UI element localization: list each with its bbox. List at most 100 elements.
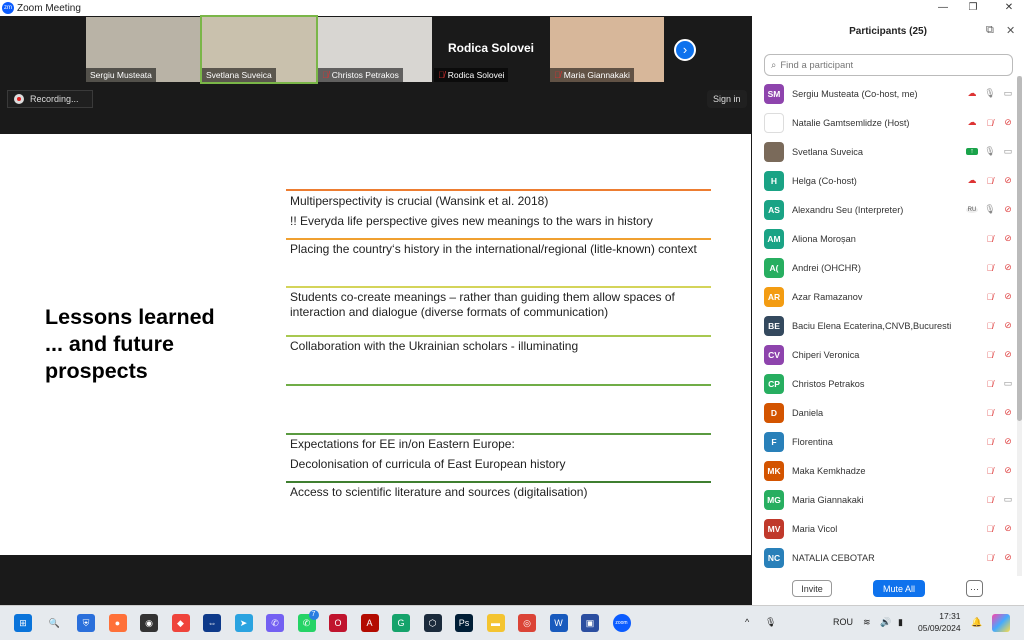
video-tile[interactable]: 🎙̸ Maria Giannakaki xyxy=(550,17,664,82)
taskbar-start-icon[interactable]: ⊞ xyxy=(14,614,32,632)
microphone-icon[interactable]: 🎙 xyxy=(984,146,996,157)
microphone-muted-icon[interactable]: 🎙̸ xyxy=(984,292,996,302)
camera-off-icon[interactable]: ⊘ xyxy=(1002,407,1014,418)
participant-row[interactable]: H Helga (Co-host) ☁ 🎙̸ ⊘ xyxy=(764,166,1014,195)
microphone-muted-icon[interactable]: 🎙̸ xyxy=(984,263,996,273)
taskbar-telegram-icon[interactable]: ➤ xyxy=(234,614,253,632)
camera-off-icon[interactable]: ⊘ xyxy=(1002,523,1014,534)
taskbar-search-icon[interactable]: 🔍 xyxy=(45,614,64,632)
microphone-muted-icon[interactable]: 🎙̸ xyxy=(984,408,996,418)
camera-off-icon[interactable]: ⊘ xyxy=(1002,175,1014,186)
notifications-icon[interactable]: 🔔 xyxy=(971,617,982,628)
camera-off-icon[interactable]: ⊘ xyxy=(1002,233,1014,244)
camera-off-icon[interactable]: ⊘ xyxy=(1002,262,1014,273)
taskbar-anydesk-icon[interactable]: ◆ xyxy=(171,614,190,632)
more-button[interactable]: ··· xyxy=(966,580,983,597)
maximize-button[interactable]: ❐ xyxy=(958,0,988,16)
participant-row[interactable]: A( Andrei (OHCHR) 🎙̸ ⊘ xyxy=(764,253,1014,282)
microphone-muted-icon[interactable]: 🎙̸ xyxy=(984,321,996,331)
participant-row[interactable]: D Daniela 🎙̸ ⊘ xyxy=(764,398,1014,427)
camera-off-icon[interactable]: ⊘ xyxy=(1002,465,1014,476)
participant-row[interactable]: Svetlana Suveica ↑ 🎙 ▭ xyxy=(764,137,1014,166)
taskbar-save-app-icon[interactable]: ▣ xyxy=(581,614,599,632)
participant-row[interactable]: AR Azar Ramazanov 🎙̸ ⊘ xyxy=(764,282,1014,311)
copilot-icon[interactable] xyxy=(992,614,1010,632)
taskbar-teamviewer-icon[interactable]: ⇔ xyxy=(203,614,221,632)
video-tile[interactable]: Svetlana Suveica xyxy=(200,15,318,84)
microphone-muted-icon[interactable]: 🎙̸ xyxy=(984,495,996,505)
microphone-muted-icon[interactable]: 🎙̸ xyxy=(984,234,996,244)
camera-icon[interactable]: ▭ xyxy=(1002,378,1014,389)
language-indicator[interactable]: ROU xyxy=(833,617,853,627)
microphone-muted-icon[interactable]: 🎙̸ xyxy=(984,118,996,128)
scrollbar[interactable] xyxy=(1017,76,1022,576)
video-tile[interactable]: Sergiu Musteata xyxy=(86,17,200,82)
recording-indicator[interactable]: Recording... xyxy=(7,90,93,108)
volume-icon[interactable]: 🔊 xyxy=(880,617,891,628)
minimize-button[interactable]: — xyxy=(928,0,958,16)
participant-row[interactable]: CP Christos Petrakos 🎙̸ ▭ xyxy=(764,369,1014,398)
camera-icon[interactable]: ▭ xyxy=(1002,88,1014,99)
camera-off-icon[interactable]: ⊘ xyxy=(1002,320,1014,331)
taskbar-app-hex-icon[interactable]: ⬡ xyxy=(423,614,442,632)
participant-row[interactable]: Natalie Gamtsemlidze (Host) ☁ 🎙̸ ⊘ xyxy=(764,108,1014,137)
taskbar-explorer-icon[interactable]: ▬ xyxy=(486,614,505,632)
avatar: CV xyxy=(764,344,784,365)
participant-row[interactable]: SM Sergiu Musteata (Co-host, me) ☁ 🎙 ▭ xyxy=(764,79,1014,108)
taskbar-word-icon[interactable]: W xyxy=(549,614,568,632)
taskbar-acrobat-icon[interactable]: A xyxy=(360,614,379,632)
avatar: CP xyxy=(764,373,784,394)
microphone-muted-icon[interactable]: 🎙̸ xyxy=(984,437,996,447)
microphone-icon[interactable]: 🎙 xyxy=(765,617,776,628)
participant-row[interactable]: MV Maria Vicol 🎙̸ ⊘ xyxy=(764,514,1014,543)
microphone-muted-icon[interactable]: 🎙̸ xyxy=(984,379,996,389)
taskbar-opera-icon[interactable]: O xyxy=(329,614,347,632)
video-tile[interactable]: 🎙̸ Christos Petrakos xyxy=(318,17,432,82)
participant-row[interactable]: F Florentina 🎙̸ ⊘ xyxy=(764,427,1014,456)
taskbar-photoshop-icon[interactable]: Ps xyxy=(455,614,473,632)
scrollbar-thumb[interactable] xyxy=(1017,76,1022,421)
camera-icon[interactable]: ▭ xyxy=(1002,494,1014,505)
close-panel-icon[interactable]: ✕ xyxy=(1006,24,1015,37)
camera-off-icon[interactable]: ⊘ xyxy=(1002,291,1014,302)
clock[interactable]: 17:31 05/09/2024 xyxy=(918,610,961,634)
battery-icon[interactable]: ▮ xyxy=(898,617,903,628)
tray-overflow-icon[interactable]: ^ xyxy=(745,617,749,627)
microphone-icon[interactable]: 🎙 xyxy=(984,88,996,99)
participant-row[interactable]: NC NATALIA CEBOTAR 🎙̸ ⊘ xyxy=(764,543,1014,572)
taskbar-zoom-icon[interactable]: zoom xyxy=(612,614,631,632)
video-tile[interactable]: Rodica Solovei 🎙̸ Rodica Solovei xyxy=(434,17,548,82)
microphone-muted-icon[interactable]: 🎙̸ xyxy=(984,524,996,534)
microphone-muted-icon[interactable]: 🎙̸ xyxy=(984,553,996,563)
popout-icon[interactable]: ⧉ xyxy=(986,24,994,37)
participant-search-input[interactable]: ⌕ Find a participant xyxy=(764,54,1013,76)
sign-in-button[interactable]: Sign in xyxy=(707,90,747,108)
microphone-muted-icon[interactable]: 🎙̸ xyxy=(984,176,996,186)
taskbar-viber-icon[interactable]: ✆ xyxy=(266,614,284,632)
mute-all-button[interactable]: Mute All xyxy=(873,580,925,597)
participant-row[interactable]: CV Chiperi Veronica 🎙̸ ⊘ xyxy=(764,340,1014,369)
microphone-icon[interactable]: 🎙 xyxy=(984,204,996,215)
camera-icon[interactable]: ▭ xyxy=(1002,146,1014,157)
close-button[interactable]: ✕ xyxy=(994,0,1024,16)
participant-row[interactable]: AS Alexandru Seu (Interpreter) RU 🎙 ⊘ xyxy=(764,195,1014,224)
wifi-icon[interactable]: ≋ xyxy=(863,617,871,628)
participant-row[interactable]: MK Maka Kemkhadze 🎙̸ ⊘ xyxy=(764,456,1014,485)
camera-off-icon[interactable]: ⊘ xyxy=(1002,552,1014,563)
camera-off-icon[interactable]: ⊘ xyxy=(1002,204,1014,215)
camera-off-icon[interactable]: ⊘ xyxy=(1002,117,1014,128)
participant-row[interactable]: MG Maria Giannakaki 🎙̸ ▭ xyxy=(764,485,1014,514)
camera-off-icon[interactable]: ⊘ xyxy=(1002,349,1014,360)
invite-button[interactable]: Invite xyxy=(792,580,832,597)
taskbar-defender-icon[interactable]: ⛨ xyxy=(77,614,95,632)
camera-off-icon[interactable]: ⊘ xyxy=(1002,436,1014,447)
microphone-muted-icon[interactable]: 🎙̸ xyxy=(984,466,996,476)
participant-row[interactable]: AM Aliona Moroșan 🎙̸ ⊘ xyxy=(764,224,1014,253)
taskbar-app-disc-icon[interactable]: ◉ xyxy=(140,614,158,632)
next-videos-button[interactable]: › xyxy=(674,39,696,61)
taskbar-grammarly-icon[interactable]: G xyxy=(392,614,410,632)
microphone-muted-icon[interactable]: 🎙̸ xyxy=(984,350,996,360)
taskbar-chrome-icon[interactable]: ◎ xyxy=(518,614,536,632)
taskbar-firefox-icon[interactable]: ● xyxy=(108,614,127,632)
participant-row[interactable]: BE Baciu Elena Ecaterina,CNVB,Bucuresti … xyxy=(764,311,1014,340)
